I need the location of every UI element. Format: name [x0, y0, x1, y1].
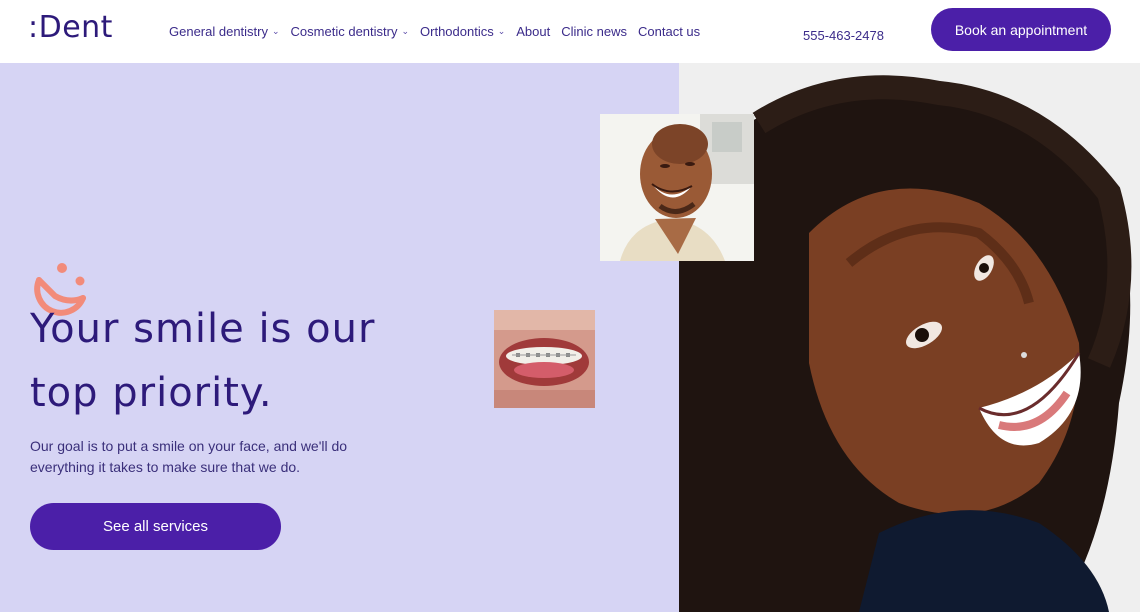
chevron-down-icon: ⌄ — [497, 26, 506, 36]
nav-orthodontics[interactable]: Orthodontics ⌄ — [420, 24, 505, 39]
phone-number[interactable]: 555-463-2478 — [803, 28, 884, 43]
site-logo[interactable]: :Dent — [28, 10, 113, 45]
laughing-man-photo — [600, 114, 754, 261]
see-all-services-button[interactable]: See all services — [30, 503, 281, 550]
nav-clinic-news[interactable]: Clinic news — [561, 24, 627, 39]
braces-smile-photo — [494, 310, 595, 408]
chevron-down-icon: ⌄ — [401, 26, 410, 36]
nav-cosmetic-dentistry[interactable]: Cosmetic dentistry ⌄ — [291, 24, 409, 39]
nav-label: General dentistry — [169, 24, 268, 39]
headline-line-1: Your smile is our — [30, 306, 376, 352]
subtext-line-1: Our goal is to put a smile on your face,… — [30, 438, 348, 454]
nav-about[interactable]: About — [516, 24, 550, 39]
hero-subtext: Our goal is to put a smile on your face,… — [30, 436, 370, 478]
site-header: :Dent General dentistry ⌄ Cosmetic denti… — [0, 0, 1140, 63]
chevron-down-icon: ⌄ — [272, 26, 280, 36]
subtext-line-2: everything it takes to make sure that we… — [30, 459, 301, 475]
hero-section: Your smile is our top priority. Our goal… — [0, 63, 679, 612]
hero-headline: Your smile is our top priority. — [30, 297, 450, 425]
nav-label: Orthodontics — [420, 24, 494, 39]
headline-line-2: top priority. — [30, 370, 273, 416]
nav-label: Contact us — [638, 24, 701, 39]
nav-contact-us[interactable]: Contact us — [638, 24, 700, 39]
nav-label: About — [516, 24, 551, 39]
nav-general-dentistry[interactable]: General dentistry ⌄ — [169, 24, 280, 39]
nav-label: Clinic news — [561, 24, 627, 39]
nav-label: Cosmetic dentistry — [290, 24, 398, 39]
book-appointment-button[interactable]: Book an appointment — [931, 8, 1111, 51]
main-nav: General dentistry ⌄ Cosmetic dentistry ⌄… — [169, 24, 700, 39]
